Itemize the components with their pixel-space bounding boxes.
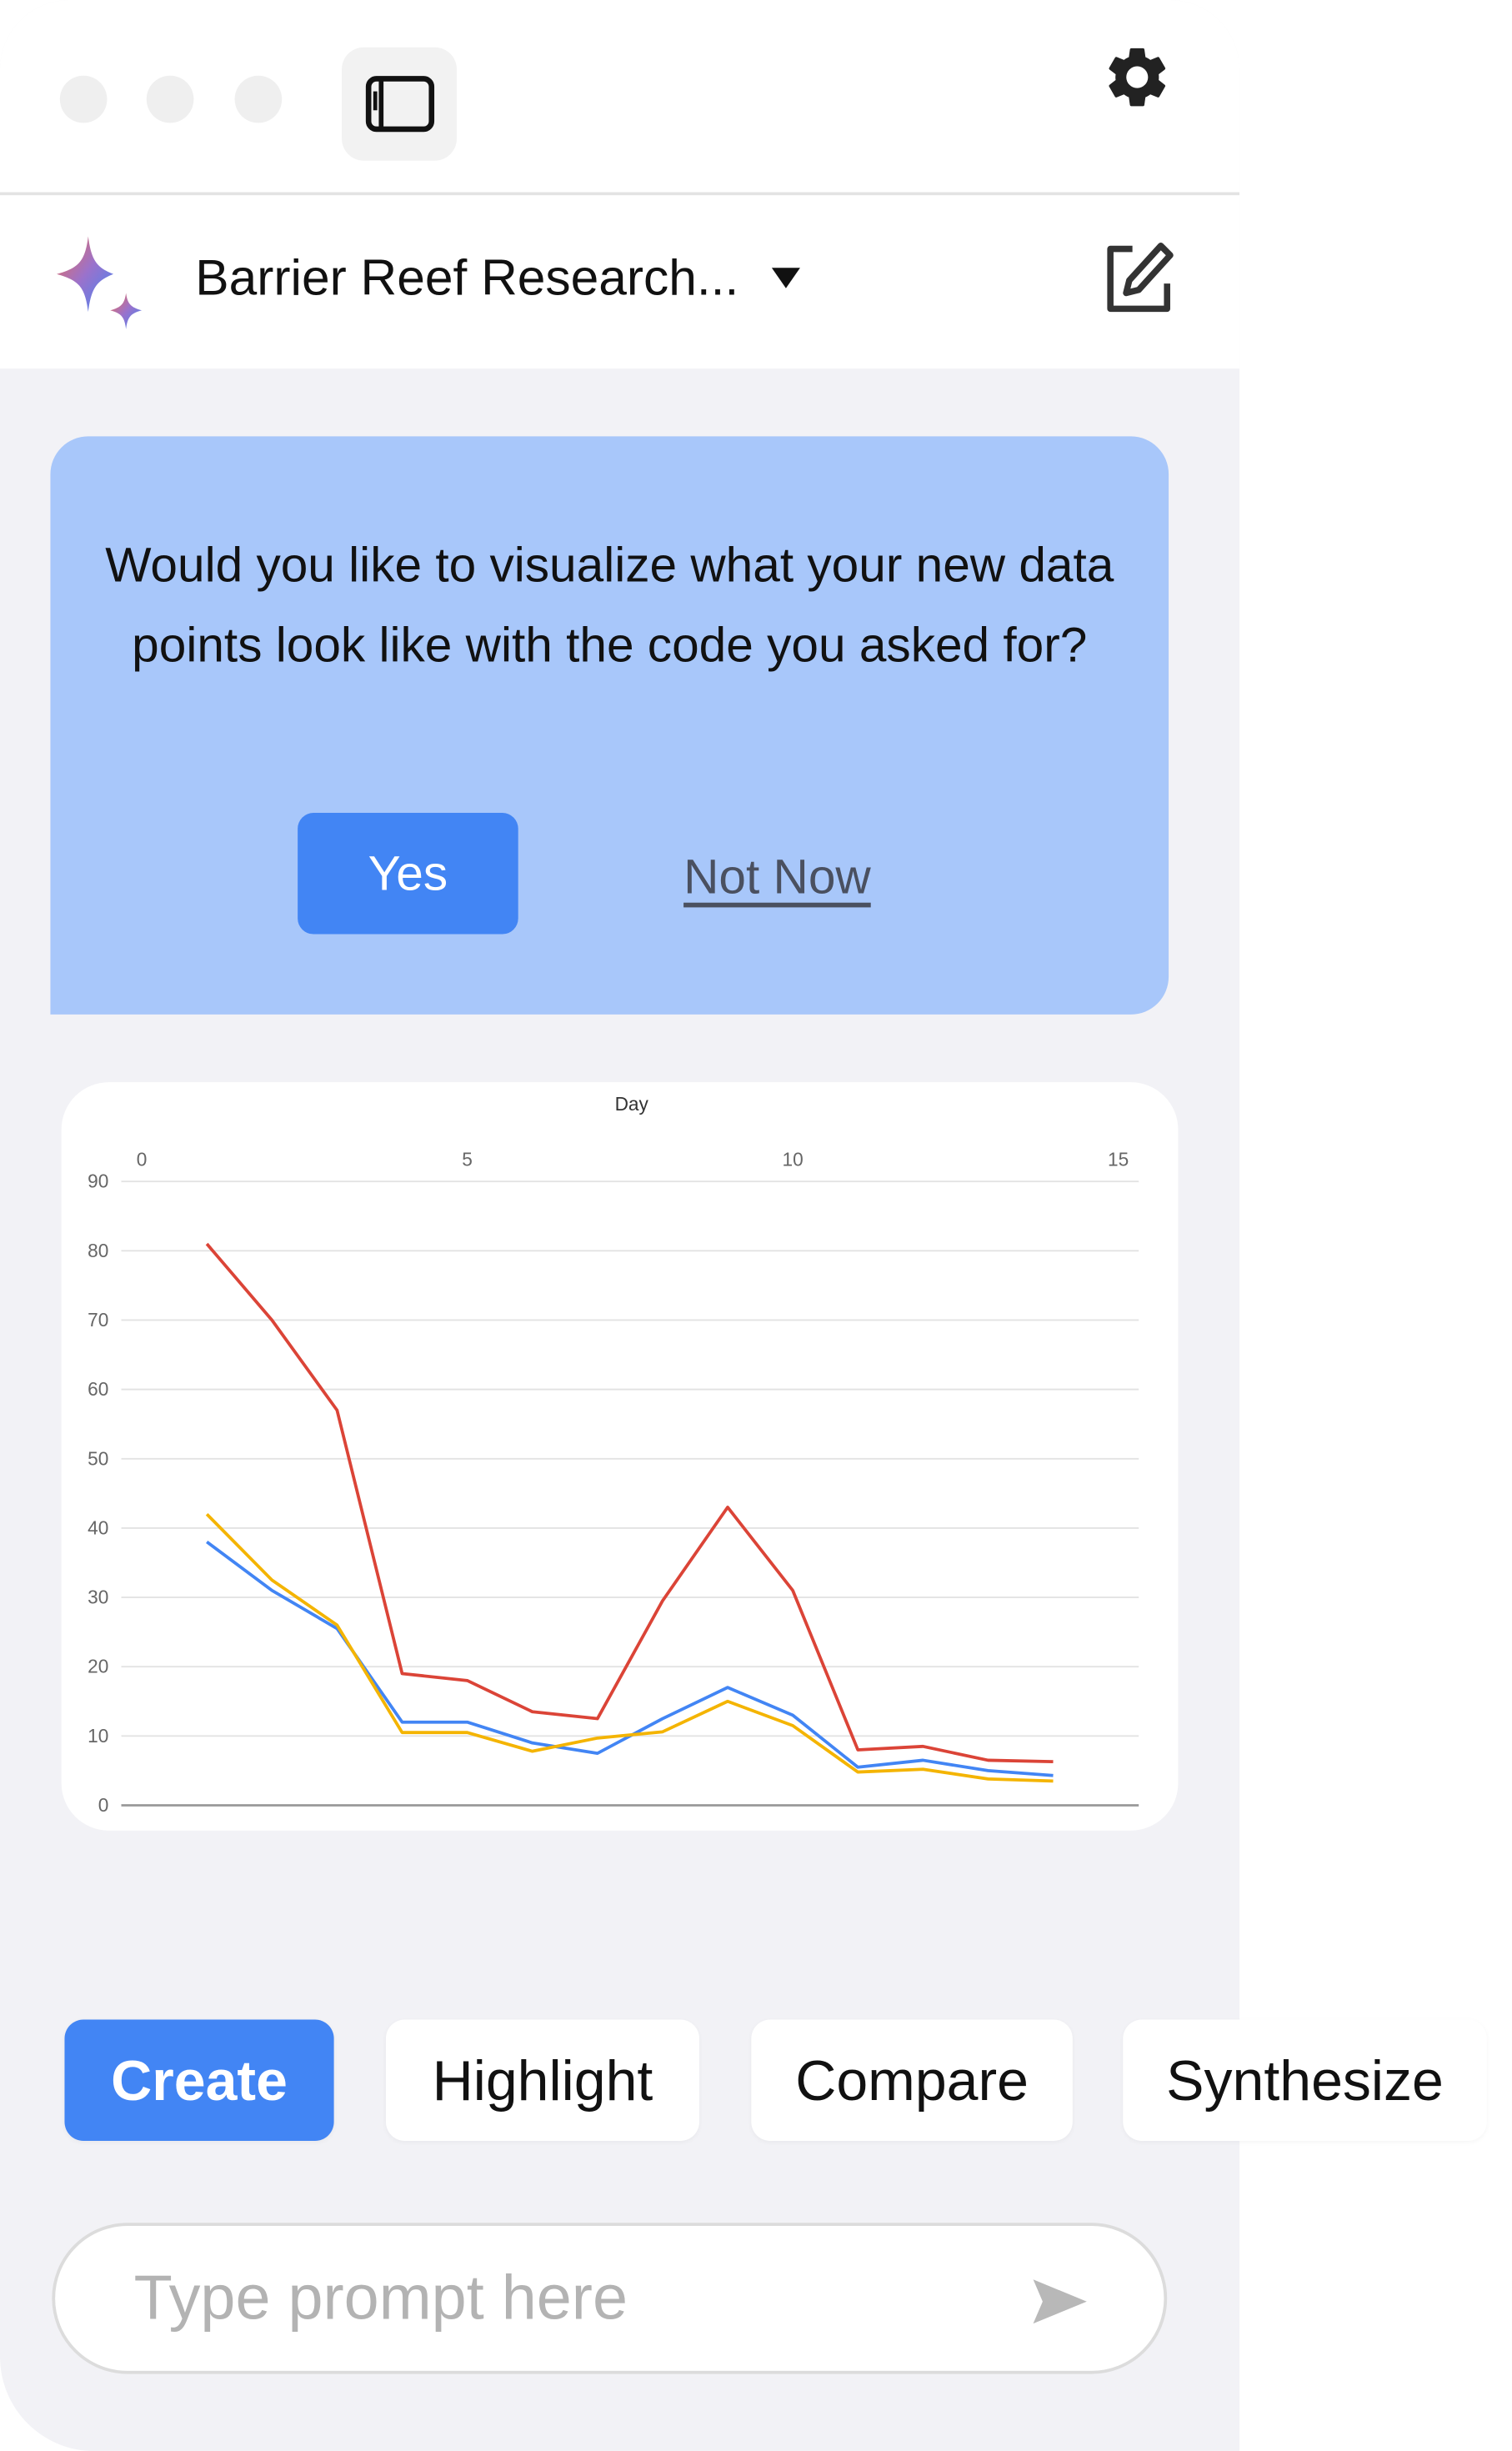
x-tick-label: 5 xyxy=(462,1148,473,1170)
chevron-down-icon[interactable] xyxy=(771,268,800,288)
chip-highlight[interactable]: Highlight xyxy=(385,2019,699,2141)
chip-create[interactable]: Create xyxy=(64,2019,334,2141)
sidebar-toggle-icon xyxy=(364,76,434,133)
y-tick-label: 90 xyxy=(88,1170,108,1192)
y-tick-label: 10 xyxy=(88,1725,108,1747)
conversation-header: Barrier Reef Research... xyxy=(0,195,1240,369)
series-line-2 xyxy=(205,1512,1054,1783)
yes-button[interactable]: Yes xyxy=(298,813,518,935)
line-chart: 0 10 20 30 40 50 60 70 80 90 0 5 10 15 Day xyxy=(88,1093,1139,1816)
not-now-link[interactable]: Not Now xyxy=(683,849,871,905)
window-minimize-dot[interactable] xyxy=(146,75,194,123)
prompt-input[interactable]: Type prompt here xyxy=(52,2223,1168,2374)
prompt-question: Would you like to visualize what your ne… xyxy=(105,537,1114,673)
y-tick-label: 20 xyxy=(88,1656,108,1677)
y-tick-label: 0 xyxy=(98,1794,109,1816)
sidebar-toggle-button[interactable] xyxy=(342,47,457,161)
chip-compare[interactable]: Compare xyxy=(751,2019,1073,2141)
x-tick-label: 0 xyxy=(137,1148,148,1170)
chip-synthesize[interactable]: Synthesize xyxy=(1123,2019,1487,2141)
series-line-0 xyxy=(205,1242,1054,1763)
conversation-title[interactable]: Barrier Reef Research... xyxy=(195,249,738,308)
gear-icon[interactable] xyxy=(1101,41,1174,113)
y-tick-label: 60 xyxy=(88,1378,108,1400)
y-tick-label: 50 xyxy=(88,1447,108,1469)
edit-icon[interactable] xyxy=(1101,239,1177,315)
window-maximize-dot[interactable] xyxy=(234,75,283,123)
title-bar xyxy=(0,0,1240,196)
x-axis-label: Day xyxy=(615,1093,649,1115)
y-tick-label: 80 xyxy=(88,1240,108,1261)
prompt-placeholder: Type prompt here xyxy=(133,2263,628,2333)
x-tick-label: 10 xyxy=(782,1148,803,1170)
sparkle-logo-icon xyxy=(57,236,143,329)
y-tick-label: 40 xyxy=(88,1516,108,1538)
y-tick-label: 70 xyxy=(88,1309,108,1331)
send-icon[interactable] xyxy=(1027,2270,1090,2333)
x-tick-label: 15 xyxy=(1108,1148,1129,1170)
chart-card: 0 10 20 30 40 50 60 70 80 90 0 5 10 15 Day xyxy=(61,1082,1179,1831)
visualize-prompt-card: Would you like to visualize what your ne… xyxy=(50,436,1169,1015)
y-tick-label: 30 xyxy=(88,1586,108,1608)
window-close-dot[interactable] xyxy=(59,75,108,123)
app-window: Barrier Reef Research... Would you like … xyxy=(0,0,1487,2451)
